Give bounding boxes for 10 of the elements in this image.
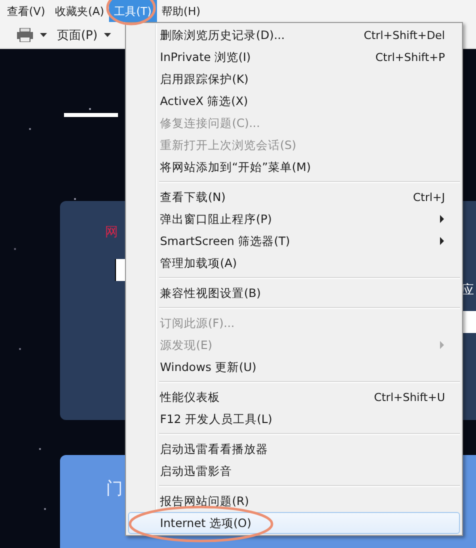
shortcut-text: Ctrl+Shift+Del <box>364 28 445 42</box>
page-menu-button[interactable]: 页面(P) <box>57 26 111 44</box>
caret-icon <box>104 33 111 37</box>
print-button[interactable] <box>16 28 47 42</box>
caret-icon <box>40 33 47 37</box>
menu-item[interactable]: 删除浏览历史记录(D)... Ctrl+Shift+Del <box>128 24 460 46</box>
menu-bar-item[interactable]: 查看(V) <box>2 0 50 22</box>
menu-bar-item[interactable]: 帮助(H) <box>156 0 206 22</box>
menu-bar-item[interactable]: 收藏夹(A) <box>50 0 110 22</box>
printer-icon <box>16 28 34 42</box>
